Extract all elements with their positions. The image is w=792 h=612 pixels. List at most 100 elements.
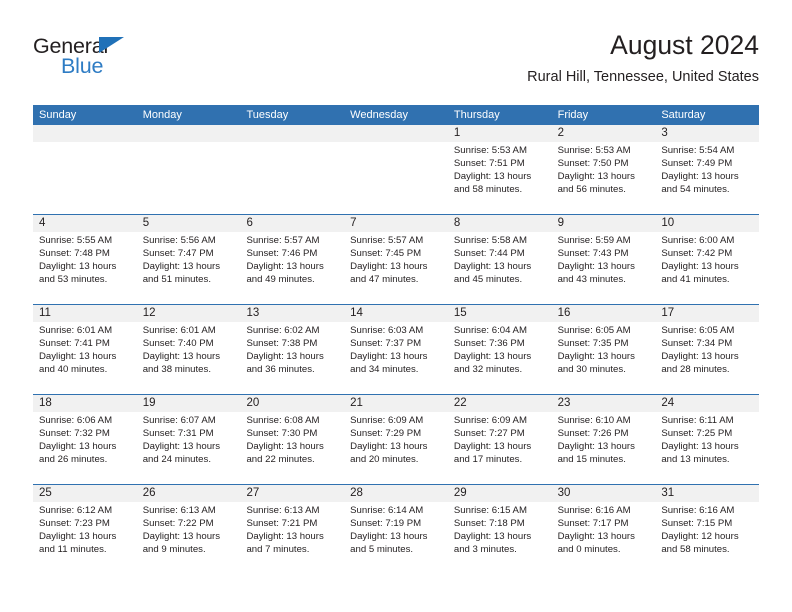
day-cell-7[interactable]: Sunrise: 5:57 AM Sunset: 7:45 PM Daylight:… — [344, 232, 448, 304]
day-number-1[interactable]: 1 — [448, 125, 552, 142]
day-detail-line: and 5 minutes. — [350, 543, 414, 555]
day-number-5[interactable]: 5 — [137, 215, 241, 232]
day-cell-10[interactable]: Sunrise: 6:00 AM Sunset: 7:42 PM Daylight:… — [655, 232, 759, 304]
day-number-21[interactable]: 21 — [344, 395, 448, 412]
day-detail-line: Sunrise: 6:15 AM — [453, 505, 527, 516]
day-cell-17[interactable]: Sunrise: 6:05 AM Sunset: 7:34 PM Daylight:… — [655, 322, 759, 394]
day-number-30[interactable]: 30 — [552, 485, 656, 502]
day-detail-line: Sunrise: 6:05 AM — [661, 325, 735, 336]
day-cell-empty — [137, 142, 241, 214]
day-number-25[interactable]: 25 — [33, 485, 137, 502]
day-cell-18[interactable]: Sunrise: 6:06 AM Sunset: 7:32 PM Daylight:… — [33, 412, 137, 484]
day-cell-21[interactable]: Sunrise: 6:09 AM Sunset: 7:29 PM Daylight:… — [344, 412, 448, 484]
day-number-12[interactable]: 12 — [137, 305, 241, 322]
day-detail-line: and 20 minutes. — [350, 453, 419, 465]
day-detail-line: Sunset: 7:15 PM — [661, 517, 733, 529]
day-cell-26[interactable]: Sunrise: 6:13 AM Sunset: 7:22 PM Daylight:… — [137, 502, 241, 574]
day-number-2[interactable]: 2 — [552, 125, 656, 142]
day-detail-line: Sunrise: 6:06 AM — [39, 415, 113, 426]
week-detail-band: Sunrise: 6:01 AM Sunset: 7:41 PM Daylight:… — [33, 322, 759, 394]
day-cell-25[interactable]: Sunrise: 6:12 AM Sunset: 7:23 PM Daylight:… — [33, 502, 137, 574]
day-cell-19[interactable]: Sunrise: 6:07 AM Sunset: 7:31 PM Daylight:… — [137, 412, 241, 484]
day-detail-line: Daylight: 13 hours — [453, 530, 532, 542]
day-detail-line: Sunrise: 6:10 AM — [557, 415, 631, 426]
day-cell-30[interactable]: Sunrise: 6:16 AM Sunset: 7:17 PM Daylight:… — [552, 502, 656, 574]
day-number-6[interactable]: 6 — [240, 215, 344, 232]
day-detail-line: Sunset: 7:44 PM — [453, 247, 525, 259]
day-number-10[interactable]: 10 — [655, 215, 759, 232]
day-detail-line: Sunrise: 6:16 AM — [557, 505, 631, 516]
weekday-header-friday: Friday — [557, 109, 589, 121]
day-number-20[interactable]: 20 — [240, 395, 344, 412]
day-cell-12[interactable]: Sunrise: 6:01 AM Sunset: 7:40 PM Daylight:… — [137, 322, 241, 394]
day-number-16[interactable]: 16 — [552, 305, 656, 322]
day-number-19[interactable]: 19 — [137, 395, 241, 412]
weekday-header-row: Sunday Monday Tuesday Wednesday Thursday Frid… — [33, 105, 759, 125]
day-cell-5[interactable]: Sunrise: 5:56 AM Sunset: 7:47 PM Daylight:… — [137, 232, 241, 304]
day-detail-line: Daylight: 13 hours — [39, 350, 117, 362]
day-cell-20[interactable]: Sunrise: 6:08 AM Sunset: 7:30 PM Daylight:… — [240, 412, 344, 484]
day-number-31[interactable]: 31 — [655, 485, 759, 502]
weekday-header-monday: Monday — [142, 109, 182, 121]
day-detail-line: Sunset: 7:17 PM — [557, 517, 629, 529]
day-detail-line: Sunrise: 5:59 AM — [557, 235, 631, 246]
day-cell-3[interactable]: Sunrise: 5:54 AM Sunset: 7:49 PM Daylight:… — [655, 142, 759, 214]
page-subtitle: Rural Hill, Tennessee, United States — [527, 69, 759, 85]
day-detail-line: Sunset: 7:46 PM — [246, 247, 318, 259]
day-detail-line: Sunset: 7:26 PM — [557, 427, 629, 439]
day-detail-line: Daylight: 13 hours — [350, 440, 428, 452]
day-cell-14[interactable]: Sunrise: 6:03 AM Sunset: 7:37 PM Daylight:… — [344, 322, 448, 394]
day-detail-line: and 58 minutes. — [661, 543, 730, 555]
day-detail-line: and 58 minutes. — [453, 183, 523, 195]
day-detail-line: Sunrise: 6:01 AM — [142, 325, 216, 336]
calendar-week-row: 4 5 6 7 8 9 10 Sunrise: 5:55 AM Sunset: 7:48 PM D… — [33, 214, 759, 304]
day-cell-4[interactable]: Sunrise: 5:55 AM Sunset: 7:48 PM Daylight:… — [33, 232, 137, 304]
calendar-weeks: 1 2 3 Sunrise: 5:53 AM Sunset: 7:51 PM Daylig… — [33, 125, 759, 574]
day-detail-line: Sunrise: 6:00 AM — [661, 235, 735, 246]
day-detail-line: Sunrise: 6:05 AM — [557, 325, 631, 336]
day-number-24[interactable]: 24 — [655, 395, 759, 412]
day-cell-29[interactable]: Sunrise: 6:15 AM Sunset: 7:18 PM Daylight:… — [448, 502, 552, 574]
day-cell-1[interactable]: Sunrise: 5:53 AM Sunset: 7:51 PM Daylight:… — [448, 142, 552, 214]
day-cell-13[interactable]: Sunrise: 6:02 AM Sunset: 7:38 PM Daylight:… — [240, 322, 344, 394]
day-number-11[interactable]: 11 — [33, 305, 137, 322]
day-number-8[interactable]: 8 — [448, 215, 552, 232]
day-cell-15[interactable]: Sunrise: 6:04 AM Sunset: 7:36 PM Daylight:… — [448, 322, 552, 394]
day-number-15[interactable]: 15 — [448, 305, 552, 322]
day-number-14[interactable]: 14 — [344, 305, 448, 322]
day-cell-11[interactable]: Sunrise: 6:01 AM Sunset: 7:41 PM Daylight:… — [33, 322, 137, 394]
day-cell-27[interactable]: Sunrise: 6:13 AM Sunset: 7:21 PM Daylight:… — [240, 502, 344, 574]
day-cell-31[interactable]: Sunrise: 6:16 AM Sunset: 7:15 PM Daylight:… — [655, 502, 759, 574]
page-title: August 2024 — [610, 30, 759, 60]
day-number-23[interactable]: 23 — [552, 395, 656, 412]
day-number-22[interactable]: 22 — [448, 395, 552, 412]
day-number-7[interactable]: 7 — [344, 215, 448, 232]
day-number-27[interactable]: 27 — [240, 485, 344, 502]
day-cell-16[interactable]: Sunrise: 6:05 AM Sunset: 7:35 PM Daylight:… — [552, 322, 656, 394]
day-detail-line: and 17 minutes. — [453, 453, 523, 465]
generalblue-logo[interactable]: General Blue — [33, 34, 253, 86]
day-cell-24[interactable]: Sunrise: 6:11 AM Sunset: 7:25 PM Daylight:… — [655, 412, 759, 484]
day-number-28[interactable]: 28 — [344, 485, 448, 502]
day-number-18[interactable]: 18 — [33, 395, 137, 412]
day-cell-empty — [33, 142, 137, 214]
calendar-week-row: 11 12 13 14 15 16 17 Sunrise: 6:01 AM Sunset: 7:… — [33, 304, 759, 394]
day-number-26[interactable]: 26 — [137, 485, 241, 502]
day-detail-line: Daylight: 13 hours — [39, 260, 117, 272]
day-number-9[interactable]: 9 — [552, 215, 656, 232]
day-number-29[interactable]: 29 — [448, 485, 552, 502]
day-cell-28[interactable]: Sunrise: 6:14 AM Sunset: 7:19 PM Daylight:… — [344, 502, 448, 574]
day-cell-22[interactable]: Sunrise: 6:09 AM Sunset: 7:27 PM Daylight:… — [448, 412, 552, 484]
day-cell-6[interactable]: Sunrise: 5:57 AM Sunset: 7:46 PM Daylight:… — [240, 232, 344, 304]
day-number-empty — [240, 125, 344, 142]
day-detail-line: Sunset: 7:49 PM — [661, 157, 733, 169]
day-cell-8[interactable]: Sunrise: 5:58 AM Sunset: 7:44 PM Daylight:… — [448, 232, 552, 304]
day-cell-9[interactable]: Sunrise: 5:59 AM Sunset: 7:43 PM Daylight:… — [552, 232, 656, 304]
day-number-4[interactable]: 4 — [33, 215, 137, 232]
day-number-17[interactable]: 17 — [655, 305, 759, 322]
day-cell-23[interactable]: Sunrise: 6:10 AM Sunset: 7:26 PM Daylight:… — [552, 412, 656, 484]
week-detail-band: Sunrise: 6:06 AM Sunset: 7:32 PM Daylight:… — [33, 412, 759, 484]
day-cell-2[interactable]: Sunrise: 5:53 AM Sunset: 7:50 PM Daylight:… — [552, 142, 656, 214]
day-number-3[interactable]: 3 — [655, 125, 759, 142]
day-number-13[interactable]: 13 — [240, 305, 344, 322]
